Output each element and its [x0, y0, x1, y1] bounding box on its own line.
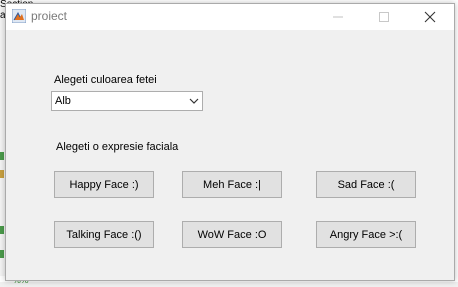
meh-face-button[interactable]: Meh Face :| — [182, 171, 282, 198]
title-bar[interactable]: proiect — [6, 4, 454, 30]
close-icon — [424, 11, 436, 23]
face-color-selected: Alb — [55, 95, 71, 107]
minimize-button[interactable] — [316, 4, 362, 30]
chevron-down-icon[interactable] — [186, 92, 202, 110]
maximize-icon — [379, 12, 389, 22]
window-title: proiect — [31, 9, 68, 23]
matlab-icon — [11, 8, 27, 24]
minimize-icon — [333, 16, 343, 18]
background-marker — [0, 226, 4, 234]
sad-face-button[interactable]: Sad Face :( — [316, 171, 416, 198]
face-color-dropdown[interactable]: Alb — [51, 91, 203, 111]
wow-face-button[interactable]: WoW Face :O — [182, 221, 282, 248]
background-marker — [0, 170, 4, 178]
close-button[interactable] — [408, 4, 454, 30]
background-marker — [0, 250, 4, 258]
happy-face-button[interactable]: Happy Face :) — [54, 171, 154, 198]
expression-label: Alegeti o expresie faciala — [56, 141, 179, 153]
angry-face-button[interactable]: Angry Face >:( — [316, 221, 416, 248]
talking-face-button[interactable]: Talking Face :() — [54, 221, 154, 248]
maximize-button[interactable] — [362, 4, 408, 30]
background-marker — [0, 152, 4, 160]
figure-window: proiect Alegeti culoarea fetei Alb Alege… — [5, 3, 455, 281]
color-label: Alegeti culoarea fetei — [54, 74, 157, 86]
